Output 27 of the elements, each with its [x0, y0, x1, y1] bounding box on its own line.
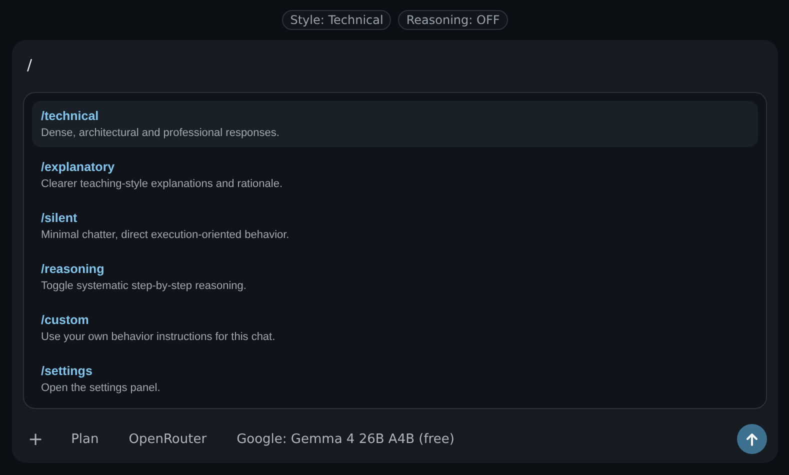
command-name: /silent [41, 211, 78, 225]
command-description: Use your own behavior instructions for this chat. [41, 331, 276, 343]
command-name: /reasoning [41, 262, 106, 276]
command-description: Dense, architectural and professional responses. [41, 127, 280, 139]
model-selector[interactable]: Google: Gemma 4 26B A4B (free) [236, 432, 454, 446]
command-description: Toggle systematic step-by-step reasoning. [41, 280, 248, 292]
command-name: /technical [41, 109, 100, 123]
command-item[interactable]: /settings Open the settings panel. [32, 356, 758, 402]
arrow-up-icon [746, 432, 758, 446]
send-button[interactable] [737, 424, 767, 454]
command-item[interactable]: /technical Dense, architectural and professional responses. [32, 101, 758, 147]
add-button[interactable]: + [28, 428, 44, 450]
command-description: Open the settings panel. [41, 382, 162, 394]
mode-selector[interactable]: Plan [71, 432, 99, 446]
status-pill[interactable]: Style: Technical [282, 10, 392, 30]
provider-selector[interactable]: OpenRouter [128, 432, 207, 446]
command-description: Clearer teaching-style explanations and rationale. [41, 178, 284, 190]
command-item[interactable]: /reasoning Toggle systematic step-by-step reasoning. [32, 254, 758, 300]
message-input[interactable]: / [23, 50, 231, 76]
command-item[interactable]: /explanatory Clearer teaching-style explanations and rationale. [32, 152, 758, 198]
command-item[interactable]: /custom Use your own behavior instructions for this chat. [32, 305, 758, 351]
status-pill[interactable]: Reasoning: OFF [398, 10, 508, 30]
command-name: /settings [41, 364, 94, 378]
command-name: /explanatory [41, 160, 116, 174]
command-description: Minimal chatter, direct execution-oriented behavior. [41, 229, 290, 241]
command-name: /custom [41, 313, 90, 327]
command-item[interactable]: /silent Minimal chatter, direct execution-oriented behavior. [32, 203, 758, 249]
